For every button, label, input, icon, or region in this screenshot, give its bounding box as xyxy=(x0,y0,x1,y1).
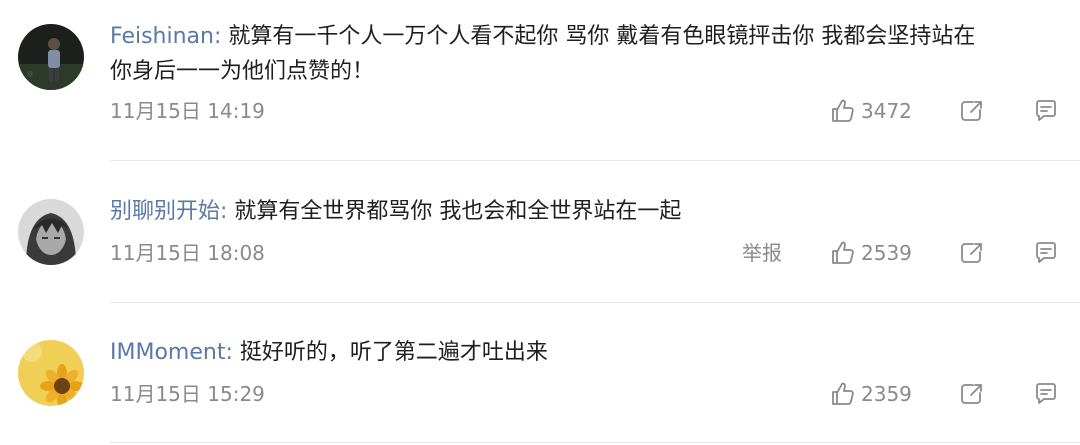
avatar[interactable] xyxy=(18,199,84,265)
comment-timestamp: 11月15日 14:19 xyxy=(110,99,265,123)
like-button[interactable]: 2539 xyxy=(830,238,912,268)
like-count: 2359 xyxy=(861,382,912,406)
thumbs-up-icon xyxy=(832,99,854,122)
share-icon[interactable] xyxy=(958,380,986,408)
comment-text: 别聊别开始: 就算有全世界都骂你 我也会和全世界站在一起 xyxy=(110,194,1060,229)
comment-meta: 11月15日 14:19 3472 xyxy=(110,96,1060,126)
comment-text: Feishinan: 就算有一千个人一万个人看不起你 骂你 戴着有色眼镜抨击你 … xyxy=(110,19,1060,54)
comment-icon[interactable] xyxy=(1032,380,1060,408)
like-count: 2539 xyxy=(861,241,912,265)
thumbs-up-icon xyxy=(832,241,854,264)
comment-timestamp: 11月15日 15:29 xyxy=(110,382,265,406)
comment-username[interactable]: Feishinan: xyxy=(110,24,221,49)
divider xyxy=(110,442,1080,443)
comment-item: Feishinan: 就算有一千个人一万个人看不起你 骂你 戴着有色眼镜抨击你 … xyxy=(0,0,1080,161)
avatar[interactable] xyxy=(18,340,84,406)
comment-username[interactable]: IMMoment: xyxy=(110,340,233,365)
report-button[interactable]: 举报 xyxy=(742,238,782,268)
like-count: 3472 xyxy=(861,99,912,123)
comment-timestamp: 11月15日 18:08 xyxy=(110,241,265,265)
comment-item: 别聊别开始: 就算有全世界都骂你 我也会和全世界站在一起 11月15日 18:0… xyxy=(0,161,1080,303)
comment-body: 就算有一千个人一万个人看不起你 骂你 戴着有色眼镜抨击你 我都会坚持站在 xyxy=(221,24,976,49)
like-button[interactable]: 2359 xyxy=(830,379,912,409)
comment-body: 就算有全世界都骂你 我也会和全世界站在一起 xyxy=(227,199,682,224)
avatar[interactable] xyxy=(18,24,84,90)
comment-item: IMMoment: 挺好听的，听了第二遍才吐出来 11月15日 15:29 23… xyxy=(0,303,1080,445)
comment-icon[interactable] xyxy=(1032,97,1060,125)
share-icon[interactable] xyxy=(958,239,986,267)
like-button[interactable]: 3472 xyxy=(830,96,912,126)
comment-username[interactable]: 别聊别开始: xyxy=(110,199,227,224)
comment-text-continued: 你身后一一为他们点赞的！ xyxy=(110,59,375,84)
comment-meta: 11月15日 18:08 举报 2539 xyxy=(110,238,1060,268)
comment-text: IMMoment: 挺好听的，听了第二遍才吐出来 xyxy=(110,335,1060,370)
comment-icon[interactable] xyxy=(1032,239,1060,267)
comment-meta: 11月15日 15:29 2359 xyxy=(110,379,1060,409)
comment-body: 挺好听的，听了第二遍才吐出来 xyxy=(232,340,548,365)
share-icon[interactable] xyxy=(958,97,986,125)
thumbs-up-icon xyxy=(832,382,854,405)
